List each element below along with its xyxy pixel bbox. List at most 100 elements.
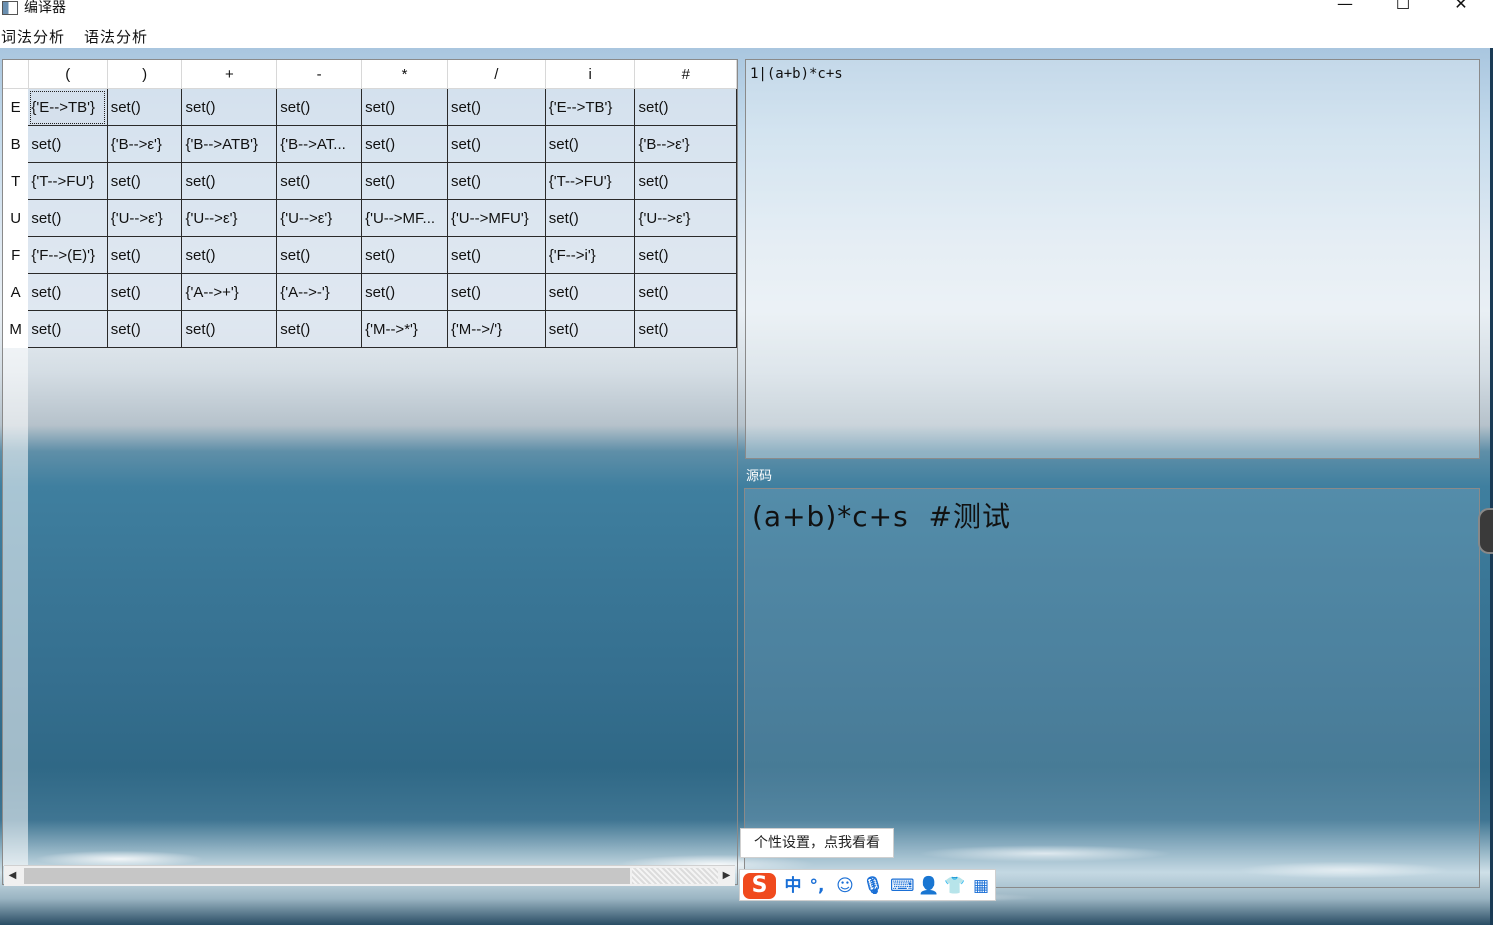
ime-tooltip[interactable]: 个性设置，点我看看 (740, 828, 894, 858)
table-cell[interactable]: set() (634, 162, 737, 200)
table-cell[interactable]: set() (28, 273, 108, 311)
table-cell[interactable]: {'B-->ε'} (107, 125, 183, 163)
table-cell[interactable]: set() (634, 88, 737, 126)
column-header[interactable]: * (361, 60, 448, 89)
scrollbar-track[interactable] (632, 868, 718, 884)
table-cell[interactable]: set() (181, 162, 278, 200)
table-cell[interactable]: set() (447, 125, 546, 163)
table-cell[interactable]: {'F-->i'} (545, 236, 636, 274)
row-header[interactable]: E (3, 88, 29, 126)
scroll-left-arrow-icon[interactable]: ◀ (4, 866, 21, 886)
microphone-icon[interactable]: 🎙 (862, 874, 884, 898)
table-cell[interactable]: set() (107, 236, 183, 274)
row-header[interactable]: B (3, 125, 29, 163)
chinese-mode-icon[interactable]: 中 (782, 874, 804, 898)
table-cell[interactable]: set() (276, 88, 363, 126)
table-cell[interactable]: set() (181, 236, 278, 274)
table-cell[interactable]: set() (447, 236, 546, 274)
table-cell[interactable]: {'E-->TB'} (28, 88, 108, 126)
column-header[interactable]: ) (107, 60, 183, 89)
row-header[interactable]: F (3, 236, 29, 274)
table-cell[interactable]: {'U-->MF... (361, 199, 448, 237)
table-cell[interactable]: set() (276, 236, 363, 274)
table-cell[interactable]: set() (28, 310, 108, 348)
table-cell[interactable]: set() (107, 88, 183, 126)
table-cell[interactable]: set() (634, 310, 737, 348)
table-cell[interactable]: {'B-->ε'} (634, 125, 737, 163)
table-cell[interactable]: set() (276, 162, 363, 200)
table-cell[interactable]: set() (447, 88, 546, 126)
table-cell[interactable]: set() (361, 273, 448, 311)
table-cell[interactable]: {'U-->ε'} (181, 199, 278, 237)
row-header[interactable]: A (3, 273, 29, 311)
table-cell[interactable]: {'M-->/'} (447, 310, 546, 348)
menu-syntax-analysis[interactable]: 语法分析 (84, 26, 148, 47)
apps-icon[interactable]: ▦ (970, 874, 992, 898)
table-cell[interactable]: set() (361, 162, 448, 200)
table-cell[interactable]: set() (107, 310, 183, 348)
table-header-row: () + - * / i # (3, 60, 737, 89)
skin-icon[interactable]: 👕 (944, 874, 966, 898)
keyboard-icon[interactable]: ⌨ (890, 874, 915, 898)
side-handle[interactable] (1478, 508, 1493, 554)
table-cell[interactable]: set() (545, 125, 636, 163)
table-cell[interactable]: set() (107, 162, 183, 200)
ime-toolbar[interactable]: S 中 °, ☺ 🎙 ⌨ 👤 👕 ▦ (739, 869, 996, 901)
table-cell[interactable]: set() (545, 310, 636, 348)
table-cell[interactable]: {'B-->ATB'} (181, 125, 278, 163)
column-header[interactable]: # (634, 60, 737, 89)
user-icon[interactable]: 👤 (918, 874, 940, 898)
column-header[interactable]: + (181, 60, 278, 89)
parse-table[interactable]: () + - * / i # E {'E-->TB'} set() set() set() set()… (3, 60, 737, 348)
table-cell[interactable]: {'A-->+'} (181, 273, 278, 311)
sogou-logo-icon[interactable]: S (743, 873, 776, 899)
table-cell[interactable]: set() (276, 310, 363, 348)
table-cell[interactable]: {'M-->*'} (361, 310, 448, 348)
table-cell[interactable]: {'T-->FU'} (545, 162, 636, 200)
minimize-button[interactable]: — (1322, 0, 1368, 16)
column-header[interactable]: ( (28, 60, 108, 89)
table-cell[interactable]: set() (361, 88, 448, 126)
table-cell[interactable]: set() (107, 273, 183, 311)
table-cell[interactable]: set() (28, 199, 108, 237)
table-cell[interactable]: set() (634, 236, 737, 274)
menu-lexical-analysis[interactable]: 词法分析 (1, 26, 65, 47)
table-cell[interactable]: set() (181, 88, 278, 126)
table-cell[interactable]: {'U-->ε'} (634, 199, 737, 237)
table-cell[interactable]: set() (28, 125, 108, 163)
maximize-button[interactable]: ☐ (1380, 0, 1426, 16)
parse-table-panel[interactable]: () + - * / i # E {'E-->TB'} set() set() set() set()… (2, 59, 738, 885)
table-cell[interactable]: {'T-->FU'} (28, 162, 108, 200)
column-header[interactable]: i (545, 60, 636, 89)
table-cell[interactable]: set() (634, 273, 737, 311)
table-cell[interactable]: {'U-->ε'} (276, 199, 363, 237)
table-cell[interactable]: set() (447, 162, 546, 200)
app-icon (2, 1, 18, 15)
table-cell[interactable]: {'U-->MFU'} (447, 199, 546, 237)
scrollbar-thumb[interactable] (24, 868, 630, 884)
close-button[interactable]: ✕ (1438, 0, 1484, 16)
table-row: T {'T-->FU'} set() set() set() set() set() {'T-… (3, 162, 737, 200)
row-header[interactable]: U (3, 199, 29, 237)
table-cell[interactable]: set() (181, 310, 278, 348)
table-cell[interactable]: set() (361, 236, 448, 274)
table-cell[interactable]: {'F-->(E)'} (28, 236, 108, 274)
emoji-icon[interactable]: ☺ (834, 874, 856, 898)
table-cell[interactable]: {'A-->-'} (276, 273, 363, 311)
table-cell[interactable]: {'B-->AT... (276, 125, 363, 163)
table-cell[interactable]: set() (361, 125, 448, 163)
table-cell[interactable]: {'E-->TB'} (545, 88, 636, 126)
table-cell[interactable]: set() (545, 273, 636, 311)
table-cell[interactable]: {'U-->ε'} (107, 199, 183, 237)
output-textarea[interactable]: 1|(a+b)*c+s (745, 59, 1480, 459)
row-header[interactable]: T (3, 162, 29, 200)
column-header[interactable]: / (447, 60, 546, 89)
row-header[interactable]: M (3, 310, 29, 348)
punctuation-icon[interactable]: °, (806, 874, 828, 898)
column-header[interactable]: - (276, 60, 363, 89)
table-cell[interactable]: set() (447, 273, 546, 311)
table-cell[interactable]: set() (545, 199, 636, 237)
scroll-right-arrow-icon[interactable]: ▶ (718, 866, 735, 886)
menu-bar: 词法分析 语法分析 (0, 22, 1493, 48)
horizontal-scrollbar[interactable]: ◀ ▶ (4, 865, 735, 886)
